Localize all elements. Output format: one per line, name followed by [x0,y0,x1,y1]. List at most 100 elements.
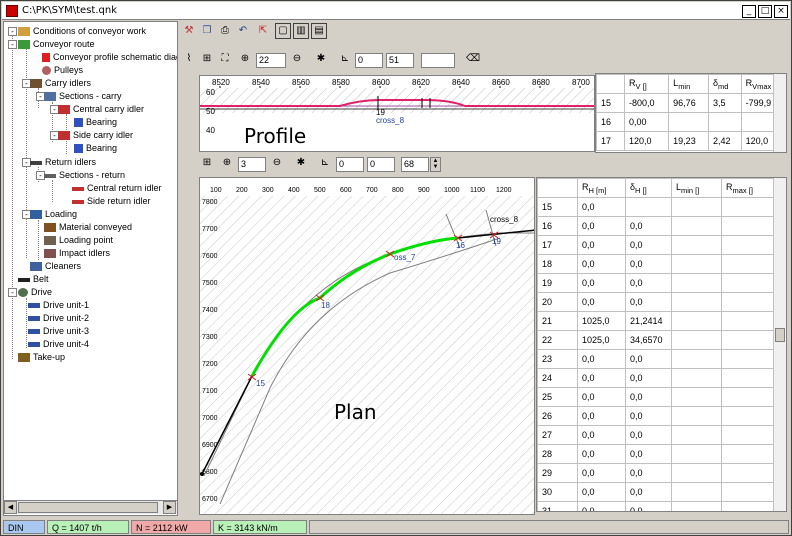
plan-cell[interactable]: 1025,0 [577,330,626,350]
plan-cell[interactable]: 0,0 [577,216,626,236]
tree-item-bearing-1[interactable]: Bearing [74,116,117,129]
scroll-thumb[interactable] [18,502,158,513]
zoom-out-icon[interactable]: ⊖ [289,51,305,67]
plan-table[interactable]: RH [m] δH [] Lmin [] Rmax [] 15 0,0 16 0,0 0… [536,177,787,512]
plan-value-spinner[interactable]: ▲ ▼ [430,157,441,172]
plan-cell[interactable]: 0,0 [625,425,672,445]
plan-row[interactable]: 27 0,0 0,0 [537,425,786,445]
tree-item-carry-idlers[interactable]: Carry idlers [30,77,91,90]
tree-item-drive-unit-2[interactable]: Drive unit-2 [28,312,89,325]
tree-item-conveyor-route[interactable]: Conveyor route [18,38,95,51]
plan-row[interactable]: 31 0,0 0,0 [537,501,786,511]
plan-cell[interactable]: 1025,0 [577,311,626,331]
plan-cell[interactable]: 25 [537,387,578,407]
plan-row[interactable]: 25 0,0 0,0 [537,387,786,407]
plan-row[interactable]: 29 0,0 0,0 [537,463,786,483]
plan-cell[interactable]: 0,0 [625,292,672,312]
plan-zoom-field[interactable]: 3 [238,157,266,172]
plan-cell[interactable]: 0,0 [577,273,626,293]
tree-item-loading[interactable]: Loading [30,208,77,221]
plan-cell[interactable] [671,273,722,293]
axis-icon[interactable]: ⊾ [317,155,333,171]
profile-cell[interactable]: 120,0 [623,131,670,151]
plan-row[interactable]: 18 0,0 0,0 [537,254,786,274]
plan-cell[interactable] [671,235,722,255]
tree-item-drive[interactable]: Drive [18,286,52,299]
plan-cell[interactable]: 0,0 [625,444,672,464]
plan-cell[interactable]: 0,0 [625,501,672,511]
plan-cell[interactable]: 0,0 [577,254,626,274]
plan-cell[interactable]: 21 [537,311,578,331]
tree-item-drive-unit-4[interactable]: Drive unit-4 [28,338,89,351]
plan-cell[interactable] [671,368,722,388]
tree-item-material-conveyed[interactable]: Material conveyed [44,221,132,234]
plan-cell[interactable]: 0,0 [577,368,626,388]
profile-cell[interactable]: 96,76 [668,93,709,113]
plan-table-vscrollbar[interactable] [773,178,786,511]
plan-cell[interactable]: 0,0 [625,273,672,293]
plan-cell[interactable]: 0,0 [625,235,672,255]
plan-cell[interactable]: 34,6570 [625,330,672,350]
undo-icon[interactable]: ↶ [235,23,251,39]
profile-cell[interactable]: 2,42 [708,131,742,151]
plan-row[interactable]: 23 0,0 0,0 [537,349,786,369]
layout-grid-icon[interactable]: ▤ [311,23,327,39]
plan-cell[interactable]: 0,0 [577,444,626,464]
plan-cell[interactable]: 28 [537,444,578,464]
plan-row[interactable]: 26 0,0 0,0 [537,406,786,426]
profile-cell[interactable]: 16 [596,112,625,132]
plan-cell[interactable]: 0,0 [577,235,626,255]
scroll-thumb[interactable] [775,328,785,342]
plan-cell[interactable]: 0,0 [625,216,672,236]
tree-item-sections-return[interactable]: Sections - return [44,169,125,182]
project-tree[interactable]: - - - - - - - - - - Conditions of convey… [3,21,178,516]
plan-value-field[interactable]: 68 [401,157,429,172]
plan-row[interactable]: 22 1025,0 34,6570 [537,330,786,350]
plan-cell[interactable] [671,463,722,483]
snap-icon[interactable]: ✱ [293,155,309,171]
plan-cell[interactable]: 0,0 [577,463,626,483]
scroll-left-arrow[interactable]: ◀ [4,501,17,514]
tree-expander[interactable]: - [8,40,17,49]
copy-icon[interactable]: ❐ [199,23,215,39]
profile-cell[interactable]: -800,0 [623,93,670,113]
profile-row[interactable]: 15 -800,0 96,76 3,5 -799,9 [596,93,786,113]
plan-cell[interactable]: 0,0 [577,349,626,369]
plan-row[interactable]: 15 0,0 [537,197,786,217]
zoom-in-icon[interactable]: ⊕ [237,51,253,67]
plan-cell[interactable] [671,406,722,426]
tree-item-drive-unit-1[interactable]: Drive unit-1 [28,299,89,312]
plan-cell[interactable]: 0,0 [577,387,626,407]
plan-cell[interactable]: 0,0 [577,197,626,217]
plan-row[interactable]: 17 0,0 0,0 [537,235,786,255]
plan-row[interactable]: 16 0,0 0,0 [537,216,786,236]
scroll-right-arrow[interactable]: ▶ [163,501,176,514]
tree-item-central-return-idler[interactable]: Central return idler [72,182,162,195]
profile-cell[interactable]: 15 [596,93,625,113]
plan-cell[interactable]: 0,0 [625,463,672,483]
grid-icon[interactable]: ⊞ [199,155,215,171]
plan-cell[interactable] [671,501,722,511]
tree-item-profile-diagram[interactable]: Conveyor profile schematic diagram [42,51,177,64]
plan-cell[interactable]: 0,0 [577,425,626,445]
tree-item-impact-idlers[interactable]: Impact idlers [44,247,110,260]
plan-cell[interactable]: 20 [537,292,578,312]
zoom-out-icon[interactable]: ⊖ [269,155,285,171]
plan-cell[interactable]: 26 [537,406,578,426]
tree-item-drive-unit-3[interactable]: Drive unit-3 [28,325,89,338]
plan-cell[interactable]: 0,0 [625,406,672,426]
eraser-icon[interactable]: ⌫ [465,51,481,67]
plan-cell[interactable]: 0,0 [577,292,626,312]
tree-hscrollbar[interactable]: ◀ ▶ [4,500,177,514]
plan-cell[interactable]: 0,0 [625,482,672,502]
tree-expander[interactable]: - [8,288,17,297]
plan-canvas[interactable]: 100 200 300 400 500 600 700 800 900 1000 1100 1200 … [199,177,535,515]
profile-cell[interactable] [668,112,709,132]
tree-item-take-up[interactable]: Take-up [18,351,65,364]
minimize-button[interactable]: _ [742,5,756,18]
profile-cell[interactable] [708,112,742,132]
tree-item-loading-point[interactable]: Loading point [44,234,113,247]
layout-single-icon[interactable]: ▢ [275,23,291,39]
zoom-in-icon[interactable]: ⊕ [219,155,235,171]
profile-coord2-field[interactable]: 51 [386,53,414,68]
